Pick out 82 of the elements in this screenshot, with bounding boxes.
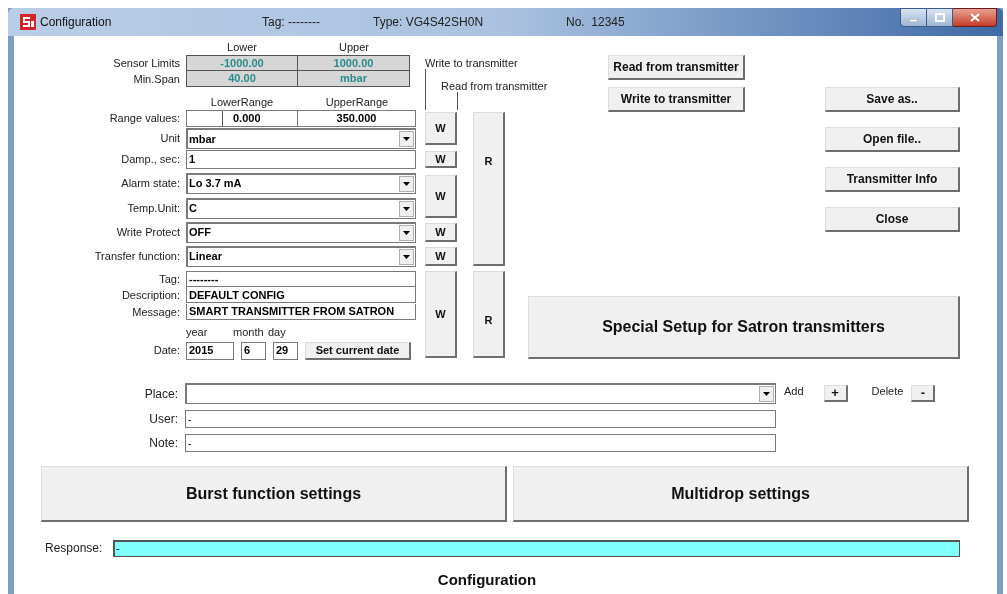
field-label: Min.Span	[133, 71, 180, 87]
dialog-button[interactable]: Close	[825, 207, 960, 232]
field-label: Damp., sec:	[121, 152, 180, 168]
minimize-icon	[909, 19, 918, 22]
dropdown[interactable]: Lo 3.7 mA	[186, 172, 416, 194]
field-label: Transfer function:	[94, 248, 180, 264]
write-button[interactable]: W	[425, 247, 457, 266]
write-button[interactable]: W	[425, 223, 457, 242]
transmitter-action-button[interactable]: Read from transmitter	[608, 55, 745, 80]
text-field[interactable]: 2015	[186, 341, 234, 360]
field-label: Lower	[227, 39, 257, 55]
field-label: Unit	[160, 130, 180, 146]
text-field[interactable]: 29	[273, 341, 298, 360]
readonly-cell: -1000.00	[186, 55, 298, 71]
dropdown[interactable]: Linear	[186, 245, 416, 267]
text-field[interactable]: --------	[186, 271, 416, 287]
dialog-button[interactable]: Transmitter Info	[825, 167, 960, 192]
footer-title: Configuration	[437, 570, 537, 590]
dropdown[interactable]: mbar	[186, 128, 416, 149]
settings-button[interactable]: Multidrop settings	[513, 466, 969, 522]
maximize-button[interactable]	[927, 8, 953, 27]
write-button[interactable]: W	[425, 112, 457, 145]
field-label: Description:	[120, 288, 180, 302]
dropdown[interactable]: OFF	[186, 221, 416, 243]
type-title: Type: VG4S42SH0N	[373, 14, 485, 31]
field-label: Date:	[153, 343, 180, 359]
field-label: day	[268, 324, 286, 340]
dropdown[interactable]	[185, 383, 776, 404]
maximize-icon	[934, 13, 945, 22]
field-label: Place:	[143, 385, 178, 403]
field-label: LowerRange	[210, 94, 274, 110]
field-label: Read from transmitter	[441, 80, 548, 92]
read-button[interactable]: R	[473, 112, 505, 266]
dialog-button[interactable]: Open file..	[825, 127, 960, 152]
field-label: Write to transmitter	[425, 57, 519, 69]
number-title: No. 12345	[566, 14, 625, 31]
field-label: Sensor Limits	[113, 55, 180, 71]
field-label: Note:	[148, 435, 178, 452]
transmitter-action-button[interactable]: Write to transmitter	[608, 87, 745, 112]
text-field[interactable]: DEFAULT CONFIG	[186, 287, 416, 303]
special-setup-button[interactable]: Special Setup for Satron transmitters	[528, 296, 960, 359]
text-field[interactable]: 6	[241, 341, 266, 360]
field-label: year	[186, 324, 209, 340]
add-button[interactable]: +	[823, 385, 848, 402]
readonly-cell: 1000.00	[298, 55, 410, 71]
field-label: UpperRange	[325, 94, 389, 110]
field-label: Range values:	[109, 111, 180, 127]
field-label: Temp.Unit:	[127, 200, 180, 216]
field-label: User:	[148, 411, 178, 428]
read-button[interactable]: R	[473, 271, 505, 358]
field-label: Upper	[339, 39, 369, 55]
leader-line	[456, 92, 458, 110]
settings-button[interactable]: Burst function settings	[41, 466, 507, 522]
write-button[interactable]: W	[425, 175, 457, 218]
field-label: Add	[784, 384, 804, 399]
text-field[interactable]: SMART TRANSMITTER FROM SATRON	[186, 303, 416, 320]
set-current-date-button[interactable]: Set current date	[305, 341, 411, 360]
field-label: month	[233, 324, 265, 340]
leader-line	[425, 69, 426, 110]
field-label: Tag:	[158, 272, 180, 286]
app-logo-icon	[20, 14, 36, 30]
write-button[interactable]: W	[425, 271, 457, 358]
write-button[interactable]: W	[425, 151, 457, 168]
close-button[interactable]	[953, 8, 997, 27]
field-label: Write Protect	[116, 224, 180, 240]
dropdown[interactable]: C	[186, 197, 416, 219]
field-label: Alarm state:	[121, 175, 180, 191]
tag-title: Tag: --------	[262, 14, 321, 31]
readonly-cell: mbar	[298, 71, 410, 87]
field-label: Message:	[131, 304, 180, 319]
delete-button[interactable]: -	[911, 385, 936, 402]
close-icon	[969, 13, 980, 22]
text-field[interactable]: -	[185, 434, 776, 452]
response-field: -	[113, 539, 960, 557]
text-field[interactable]: -	[185, 410, 776, 428]
window-title: Configuration	[40, 14, 113, 31]
field-label: Response:	[45, 540, 104, 557]
field-label: Delete	[871, 384, 904, 399]
minimize-button[interactable]	[900, 8, 927, 27]
dialog-button[interactable]: Save as..	[825, 87, 960, 112]
readonly-cell: 40.00	[186, 71, 298, 87]
text-field[interactable]: 1	[186, 150, 416, 169]
